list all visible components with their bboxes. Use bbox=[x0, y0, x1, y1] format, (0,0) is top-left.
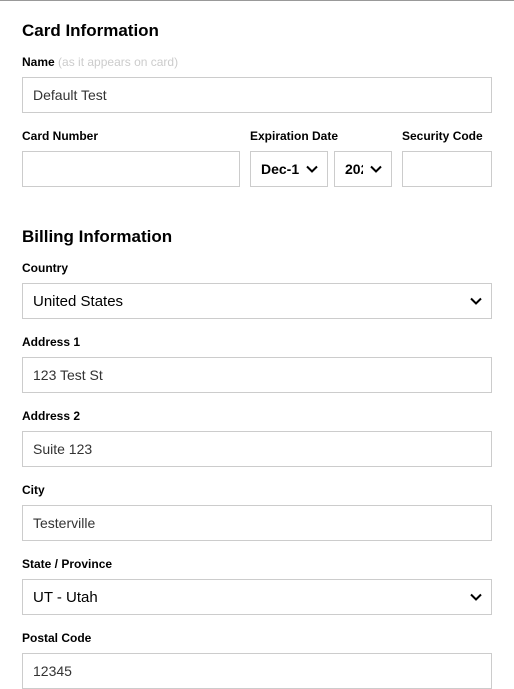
postal-field-group: Postal Code bbox=[22, 631, 492, 689]
security-code-field-group: Security Code bbox=[402, 129, 492, 187]
billing-info-section: Billing Information Country United State… bbox=[22, 227, 492, 689]
billing-info-title: Billing Information bbox=[22, 227, 492, 247]
address2-label: Address 2 bbox=[22, 409, 492, 423]
card-info-title: Card Information bbox=[22, 21, 492, 41]
city-label: City bbox=[22, 483, 492, 497]
state-label: State / Province bbox=[22, 557, 492, 571]
country-label: Country bbox=[22, 261, 492, 275]
name-label-hint: (as it appears on card) bbox=[58, 55, 178, 69]
expiration-month-select[interactable]: Dec-12 bbox=[250, 151, 328, 187]
name-input[interactable] bbox=[22, 77, 492, 113]
country-field-group: Country United States bbox=[22, 261, 492, 319]
state-select[interactable]: UT - Utah bbox=[22, 579, 492, 615]
postal-input[interactable] bbox=[22, 653, 492, 689]
card-number-input[interactable] bbox=[22, 151, 240, 187]
security-code-input[interactable] bbox=[402, 151, 492, 187]
city-field-group: City bbox=[22, 483, 492, 541]
state-field-group: State / Province UT - Utah bbox=[22, 557, 492, 615]
address1-input[interactable] bbox=[22, 357, 492, 393]
address1-label: Address 1 bbox=[22, 335, 492, 349]
postal-label: Postal Code bbox=[22, 631, 492, 645]
expiration-field-group: Expiration Date Dec-12 2022 bbox=[250, 129, 392, 187]
city-input[interactable] bbox=[22, 505, 492, 541]
address1-field-group: Address 1 bbox=[22, 335, 492, 393]
address2-input[interactable] bbox=[22, 431, 492, 467]
expiration-year-select[interactable]: 2022 bbox=[334, 151, 392, 187]
expiration-label: Expiration Date bbox=[250, 129, 392, 143]
security-code-label: Security Code bbox=[402, 129, 492, 143]
card-number-label: Card Number bbox=[22, 129, 240, 143]
card-info-section: Card Information Name (as it appears on … bbox=[22, 21, 492, 203]
country-select[interactable]: United States bbox=[22, 283, 492, 319]
address2-field-group: Address 2 bbox=[22, 409, 492, 467]
card-number-field-group: Card Number bbox=[22, 129, 240, 187]
name-field-group: Name (as it appears on card) bbox=[22, 55, 492, 113]
name-label: Name (as it appears on card) bbox=[22, 55, 492, 69]
name-label-text: Name bbox=[22, 55, 55, 69]
